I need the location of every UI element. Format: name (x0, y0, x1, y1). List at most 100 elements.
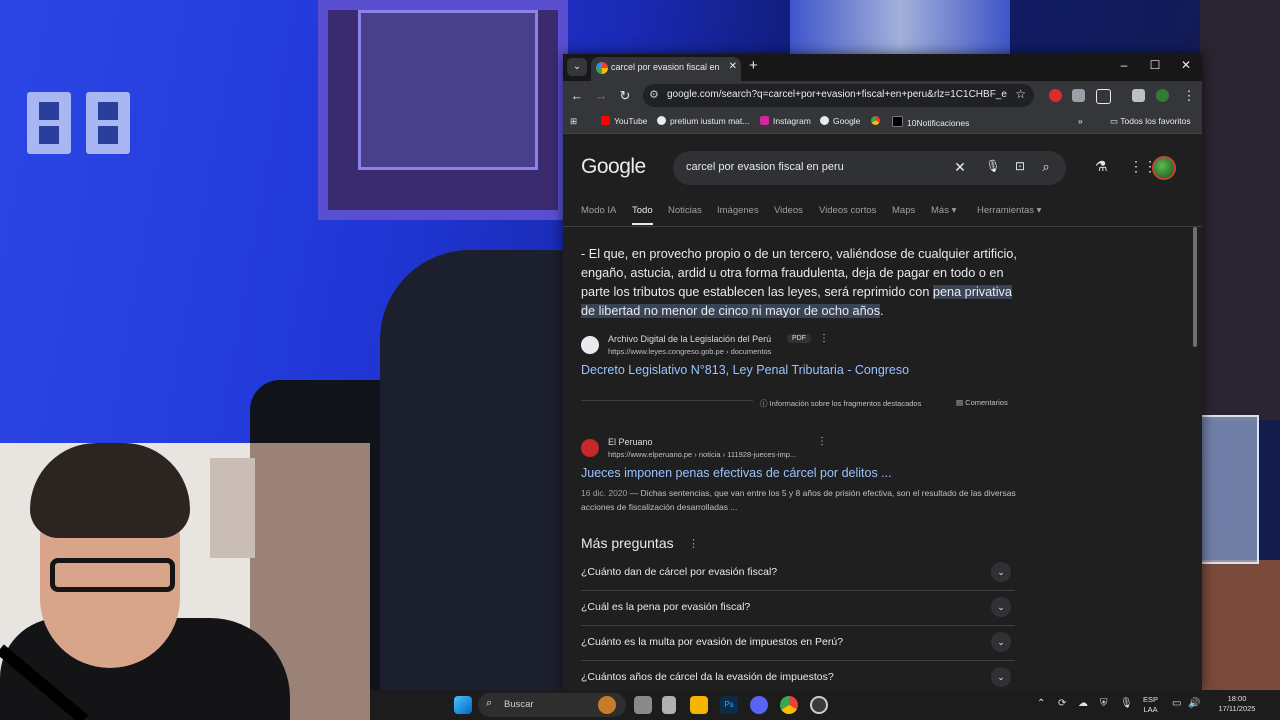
network-icon[interactable]: ▭ (1172, 698, 1181, 709)
new-tab-icon[interactable]: + (749, 58, 758, 74)
bookmarks-folder[interactable]: ▭ Todos los favoritos (1110, 116, 1191, 127)
page-scrollbar[interactable] (1193, 227, 1197, 347)
featured-snippet-text: - El que, en provecho propio o de un ter… (581, 245, 1021, 321)
chevron-down-icon[interactable]: ⌄ (991, 667, 1011, 687)
tab-videos-cortos[interactable]: Videos cortos (819, 205, 876, 216)
question-text: ¿Cuál es la pena por evasión fiscal? (581, 601, 751, 613)
cloud-icon[interactable]: ☁ (1078, 698, 1088, 709)
bookmark-pretium[interactable]: pretium iustum mat... (657, 116, 749, 126)
search-highlight-icon[interactable] (598, 696, 616, 714)
apps-grid-icon[interactable]: ⊞ (570, 116, 577, 127)
extension-icon[interactable] (1072, 89, 1085, 102)
site-info-icon[interactable]: ⚙ (649, 88, 659, 101)
search-input[interactable]: carcel por evasion fiscal en peru ✕ 🎙 ⊡ … (673, 151, 1066, 185)
result-link[interactable]: Jueces imponen penas efectivas de cárcel… (581, 466, 892, 480)
extensions-puzzle-icon[interactable] (1096, 89, 1111, 104)
tab-strip: ⌄ carcel por evasion fiscal en peru ✕ + … (563, 54, 1202, 81)
lens-icon[interactable]: ⊡ (1011, 159, 1029, 173)
bookmark-label: Instagram (773, 116, 811, 126)
menu-kebab-icon[interactable]: ⋮ (1181, 88, 1197, 104)
tab-herramientas[interactable]: Herramientas ▾ (977, 205, 1041, 216)
chevron-down-icon[interactable]: ⌄ (991, 562, 1011, 582)
account-avatar[interactable] (1152, 156, 1176, 180)
obs-icon[interactable] (810, 696, 828, 714)
result-description: 16 dic. 2020 — Dichas sentencias, que va… (581, 486, 1021, 514)
chevron-up-icon[interactable]: ⌃ (1037, 698, 1045, 709)
labs-flask-icon[interactable]: ⚗ (1095, 158, 1108, 175)
about-label: Información sobre los fragmentos destaca… (769, 399, 922, 408)
tab-videos[interactable]: Videos (774, 205, 803, 216)
bookmark-colorful[interactable] (871, 116, 884, 126)
youtube-icon (601, 116, 610, 125)
tab-noticias[interactable]: Noticias (668, 205, 702, 216)
windows-taskbar: ⌕ Buscar Ps ⌃ ⟳ ☁ ⛨ 🎙 ESP LAA ▭ 🔊 18:00 17… (370, 690, 1280, 720)
reload-icon[interactable]: ↻ (617, 88, 633, 104)
tab-imagenes[interactable]: Imágenes (717, 205, 759, 216)
chrome-icon[interactable] (780, 696, 798, 714)
question-item[interactable]: ¿Cuánto dan de cárcel por evasión fiscal… (581, 555, 1015, 591)
more-bookmarks-icon[interactable]: » (1078, 116, 1083, 126)
minimize-icon[interactable]: – (1114, 58, 1134, 72)
bookmark-instagram[interactable]: Instagram (760, 116, 811, 126)
chevron-down-icon[interactable]: ⌄ (991, 597, 1011, 617)
tab-todo[interactable]: Todo (632, 205, 653, 225)
printer-icon[interactable] (662, 696, 676, 714)
sync-icon[interactable]: ⟳ (1058, 698, 1066, 709)
question-item[interactable]: ¿Cuántos años de cárcel da la evasión de… (581, 660, 1015, 690)
tab-maps[interactable]: Maps (892, 205, 915, 216)
chrome-window: ⌄ carcel por evasion fiscal en peru ✕ + … (563, 54, 1202, 690)
chevron-down-icon[interactable]: ⌄ (991, 632, 1011, 652)
question-item[interactable]: ¿Cuál es la pena por evasión fiscal? ⌄ (581, 590, 1015, 626)
search-results-page: Google carcel por evasion fiscal en peru… (563, 134, 1202, 690)
tab-mas[interactable]: Más ▾ (931, 205, 956, 216)
address-bar[interactable]: ⚙ google.com/search?q=carcel+por+evasion… (643, 84, 1034, 107)
back-icon[interactable]: ← (569, 88, 585, 104)
volume-icon[interactable]: 🔊 (1188, 698, 1200, 709)
security-icon[interactable]: ⛨ (1100, 698, 1108, 709)
tab-close-icon[interactable]: ✕ (729, 61, 737, 72)
extension-icon[interactable] (1049, 89, 1062, 102)
tab-active[interactable]: carcel por evasion fiscal en peru ✕ (591, 57, 741, 81)
file-explorer-icon[interactable] (690, 696, 708, 714)
breadcrumb: https://www.elperuano.pe › noticia › 111… (608, 450, 797, 459)
microphone-icon[interactable]: 🎙 (984, 159, 1002, 173)
x-icon (892, 116, 903, 127)
profile-icon[interactable] (1156, 89, 1169, 102)
question-item[interactable]: ¿Cuánto es la multa por evasión de impue… (581, 625, 1015, 661)
wall (1200, 0, 1280, 420)
task-view-icon[interactable] (634, 696, 652, 714)
bookmark-youtube[interactable]: YouTube (601, 116, 647, 126)
keyboard-layout: LAA (1143, 705, 1158, 714)
forward-icon[interactable]: → (593, 88, 609, 104)
tab-search-button[interactable]: ⌄ (567, 58, 587, 76)
bookmark-star-icon[interactable]: ☆ (1015, 87, 1026, 101)
bookmark-notifications[interactable]: 10Notificaciones (892, 116, 969, 128)
bookmark-google[interactable]: Google (820, 116, 860, 126)
google-logo[interactable]: Google (581, 155, 646, 179)
windows-start-icon[interactable] (454, 696, 472, 714)
discord-icon[interactable] (750, 696, 768, 714)
clock[interactable]: 18:00 17/11/2025 (1212, 694, 1262, 714)
snippet-end: . (880, 304, 884, 318)
water-glass (1200, 415, 1259, 564)
result-link[interactable]: Decreto Legislativo N°813, Ley Penal Tri… (581, 363, 909, 377)
about-snippets-link[interactable]: ⓘ Información sobre los fragmentos desta… (760, 398, 921, 409)
question-text: ¿Cuánto dan de cárcel por evasión fiscal… (581, 566, 778, 578)
reading-list-icon[interactable] (1132, 89, 1145, 102)
close-window-icon[interactable]: ✕ (1176, 58, 1196, 72)
feedback-link[interactable]: ▤ Comentarios (956, 398, 1008, 407)
more-options-icon[interactable]: ⋮ (817, 436, 827, 447)
photoshop-icon[interactable]: Ps (720, 696, 738, 714)
pdf-badge: PDF (787, 334, 811, 343)
tab-modo-ia[interactable]: Modo IA (581, 205, 616, 216)
more-options-icon[interactable]: ⋮ (688, 537, 699, 550)
maximize-icon[interactable]: ☐ (1145, 58, 1165, 72)
clock-date: 17/11/2025 (1218, 704, 1256, 713)
clear-icon[interactable]: ✕ (951, 159, 969, 176)
wall-switch (86, 92, 130, 154)
bookmark-colorful-icon (871, 116, 880, 125)
language-indicator[interactable]: ESP LAA (1143, 695, 1158, 715)
microphone-icon[interactable]: 🎙 (1120, 698, 1133, 709)
search-icon[interactable]: ⌕ (1037, 159, 1055, 175)
more-options-icon[interactable]: ⋮ (819, 333, 829, 344)
